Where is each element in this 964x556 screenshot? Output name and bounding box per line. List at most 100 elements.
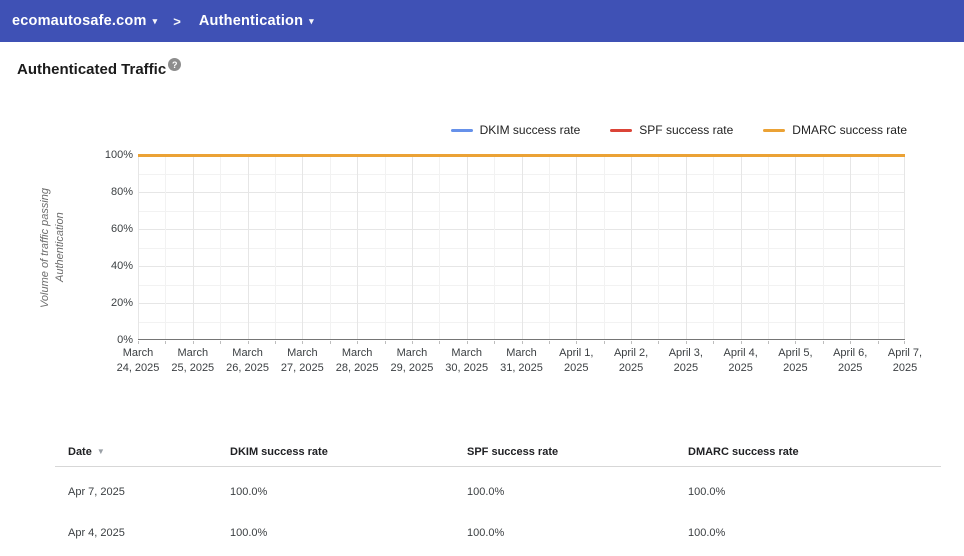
legend-item: DMARC success rate [763, 123, 907, 137]
v-gridline [576, 155, 577, 339]
page-title: Authenticated Traffic [17, 61, 167, 78]
column-header-spf-success-rate: SPF success rate [467, 446, 688, 458]
v-gridline-minor [385, 155, 386, 339]
y-tick-label: 0% [117, 334, 133, 346]
x-axis-tick-mark [713, 341, 714, 344]
title-row: Authenticated Traffic ? [17, 58, 182, 78]
x-axis-tick-mark [686, 341, 687, 344]
x-tick-label: March 28, 2025 [335, 347, 379, 374]
cell-rate: 100.0% [467, 485, 505, 498]
caret-down-icon: ▾ [152, 15, 158, 26]
v-gridline-minor [275, 155, 276, 339]
v-gridline [631, 155, 632, 339]
column-header-dkim-success-rate: DKIM success rate [230, 446, 467, 458]
v-gridline-minor [823, 155, 824, 339]
x-axis-tick-mark [275, 341, 276, 344]
x-tick-label: March 24, 2025 [116, 347, 160, 374]
v-gridline [248, 155, 249, 339]
cell-date: Apr 4, 2025 [68, 526, 125, 539]
x-axis-tick-mark [850, 341, 851, 344]
v-gridline-minor [439, 155, 440, 339]
x-axis-tick-mark [248, 341, 249, 344]
x-axis-tick-mark [658, 341, 659, 344]
v-gridline-minor [494, 155, 495, 339]
legend-line-swatch [450, 128, 473, 132]
y-tick-label: 100% [104, 149, 133, 161]
x-axis-tick-mark [768, 341, 769, 344]
v-gridline-minor [220, 155, 221, 339]
x-tick-label: April 3, 2025 [668, 347, 703, 374]
cell-rate: 100.0% [467, 526, 505, 539]
y-tick-label: 60% [110, 223, 133, 235]
domain-selector[interactable]: ecomautosafe.com ▾ [12, 13, 157, 29]
v-gridline [467, 155, 468, 339]
v-gridline [686, 155, 687, 339]
column-header-dmarc-success-rate: DMARC success rate [688, 446, 941, 458]
legend-line-swatch [610, 128, 633, 132]
cell-date: Apr 7, 2025 [68, 485, 125, 498]
x-axis-tick-mark [549, 341, 550, 344]
x-tick-label: April 5, 2025 [778, 347, 813, 374]
x-axis-tick-mark [193, 341, 194, 344]
x-axis-tick-mark [439, 341, 440, 344]
series-line-dmarc [138, 153, 905, 157]
x-axis-tick-mark [165, 341, 166, 344]
column-header-date[interactable]: Date ▼ [68, 446, 230, 458]
column-header-label: Date [68, 445, 92, 458]
page: ecomautosafe.com ▾ > Authentication ▾ Au… [0, 0, 964, 556]
x-tick-label: March 27, 2025 [280, 347, 324, 374]
column-header-label: SPF success rate [467, 445, 559, 458]
sort-desc-icon[interactable]: ▼ [97, 447, 105, 456]
legend-item: SPF success rate [610, 123, 733, 137]
v-gridline [302, 155, 303, 339]
cell-rate: 100.0% [230, 526, 268, 539]
x-tick-label: April 7, 2025 [887, 347, 923, 374]
x-axis-tick-mark [522, 341, 523, 344]
x-axis-tick-mark [823, 341, 824, 344]
chart-legend: DKIM success rate SPF success rate DMARC s… [450, 123, 907, 137]
cell-rate: 100.0% [230, 485, 268, 498]
v-gridline [741, 155, 742, 339]
v-gridline-minor [878, 155, 879, 339]
y-tick-label: 20% [110, 297, 133, 309]
legend-label: DKIM success rate [479, 123, 581, 137]
x-tick-label: March 29, 2025 [390, 347, 434, 374]
legend-item: DKIM success rate [450, 123, 581, 137]
x-axis-tick-mark [357, 341, 358, 344]
legend-line-swatch [763, 128, 786, 132]
x-tick-label: April 1, 2025 [559, 347, 594, 374]
cell-rate: 100.0% [688, 526, 726, 539]
x-tick-label: March 30, 2025 [445, 347, 489, 374]
table-row: Apr 4, 2025 100.0% 100.0% 100.0% [55, 512, 941, 553]
v-gridline-minor [658, 155, 659, 339]
auth-rates-table: Date ▼ DKIM success rate SPF success rate DM… [55, 437, 941, 553]
caret-down-icon: ▾ [309, 15, 314, 26]
v-gridline-minor [165, 155, 166, 339]
x-tick-label: April 2, 2025 [613, 347, 649, 374]
v-gridline-minor [330, 155, 331, 339]
x-axis-tick-mark [385, 341, 386, 344]
x-axis-tick-mark [302, 341, 303, 344]
v-gridline [904, 155, 905, 339]
topbar: ecomautosafe.com ▾ > Authentication ▾ [0, 0, 964, 42]
table-row: Apr 7, 2025 100.0% 100.0% 100.0% [55, 471, 941, 512]
column-header-label: DMARC success rate [688, 445, 799, 458]
section-selector[interactable]: Authentication ▾ [199, 13, 314, 29]
breadcrumb-chevron-icon: > [173, 13, 181, 29]
legend-label: DMARC success rate [792, 123, 907, 137]
domain-selector-label: ecomautosafe.com [12, 13, 147, 29]
v-gridline-minor [604, 155, 605, 339]
help-icon[interactable]: ? [168, 58, 182, 71]
column-header-label: DKIM success rate [230, 445, 328, 458]
v-gridline-minor [549, 155, 550, 339]
x-tick-label: April 4, 2025 [723, 347, 758, 374]
x-axis-tick-mark [741, 341, 742, 344]
y-axis-title-line-2: Authentication [54, 212, 66, 283]
v-gridline [850, 155, 851, 339]
y-axis-title-line-1: Volume of traffic passing [39, 187, 51, 308]
v-gridline [522, 155, 523, 339]
x-axis-tick-mark [467, 341, 468, 344]
x-tick-label: March 25, 2025 [171, 347, 215, 374]
v-gridline [357, 155, 358, 339]
x-axis-tick-mark [576, 341, 577, 344]
